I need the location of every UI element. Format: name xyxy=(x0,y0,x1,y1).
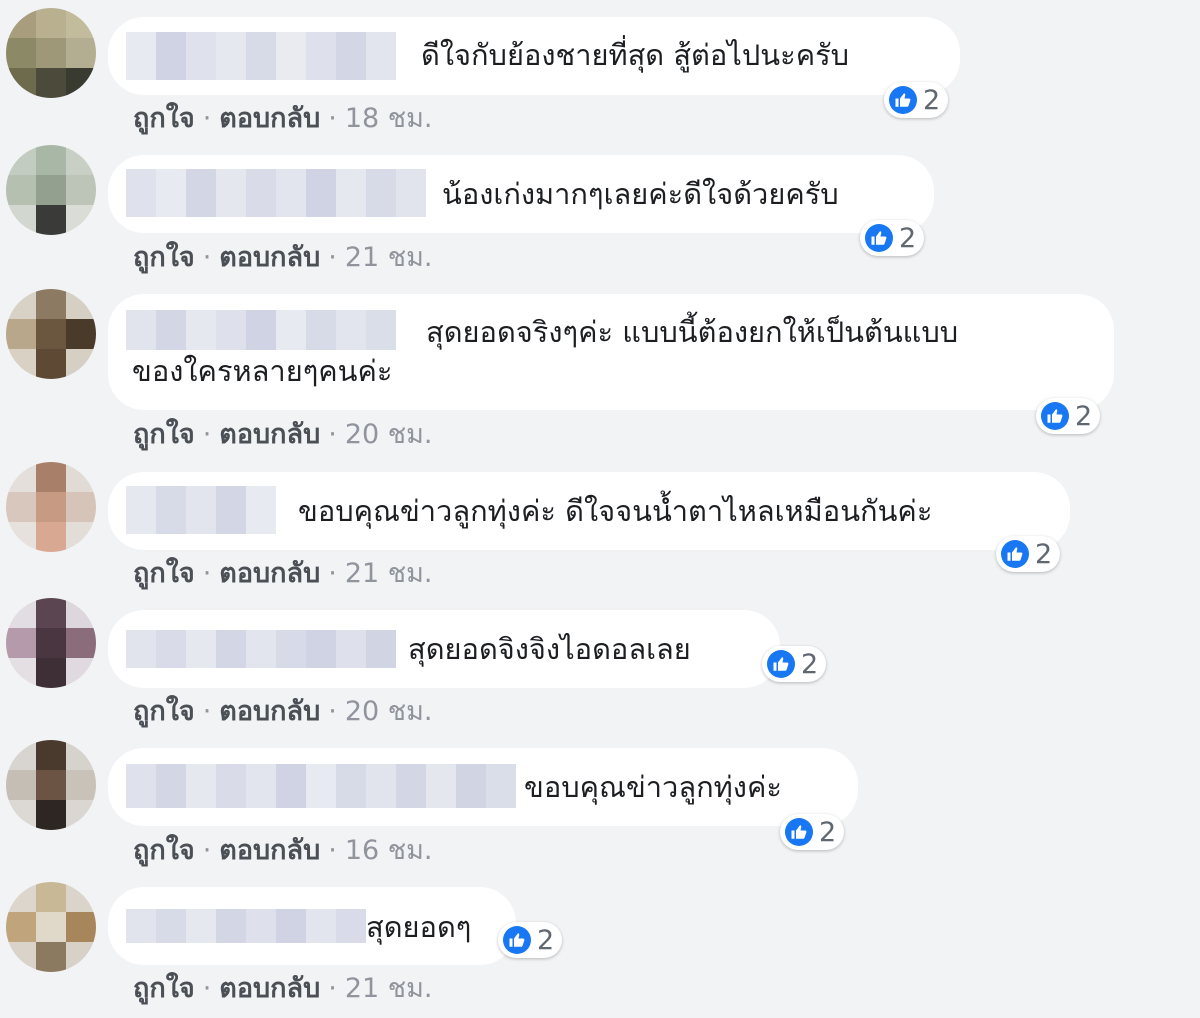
comment-bubble: ขอบคุณข่าวลูกทุ่งค่ะ xyxy=(108,748,858,826)
separator: · xyxy=(202,103,212,134)
comment-text: สุดยอดๆ xyxy=(366,910,472,944)
timestamp[interactable]: 20 ชม. xyxy=(345,419,433,450)
separator: · xyxy=(328,558,337,589)
separator: · xyxy=(328,242,337,273)
avatar[interactable] xyxy=(6,145,96,235)
comment-text: สุดยอดจิงจิงไอดอลเลย xyxy=(408,632,691,666)
reply-link[interactable]: ตอบกลับ xyxy=(219,973,320,1004)
timestamp[interactable]: 21 ชม. xyxy=(345,973,433,1004)
reply-link[interactable]: ตอบกลับ xyxy=(219,242,320,273)
separator: · xyxy=(328,835,337,866)
reaction-count[interactable]: 2 xyxy=(860,220,925,256)
reaction-count[interactable]: 2 xyxy=(498,922,563,958)
comment-text: ขอบคุณข่าวลูกทุ่งค่ะ xyxy=(524,770,782,804)
avatar[interactable] xyxy=(6,462,96,552)
separator: · xyxy=(202,558,212,589)
like-link[interactable]: ถูกใจ xyxy=(133,696,195,727)
comment-text-line2: ของใครหลายๆคนค่ะ xyxy=(132,354,393,388)
thumbs-up-icon xyxy=(1001,540,1029,568)
blurred-author-name[interactable] xyxy=(126,310,396,350)
thumbs-up-icon xyxy=(767,650,795,678)
like-link[interactable]: ถูกใจ xyxy=(133,103,195,134)
timestamp[interactable]: 21 ชม. xyxy=(345,558,433,589)
separator: · xyxy=(202,696,212,727)
comment-bubble: ดีใจกับย้องชายที่สุด สู้ต่อไปนะครับ xyxy=(108,17,960,95)
comment-actions: ถูกใจ · ตอบกลับ · 21 ชม. xyxy=(133,551,432,594)
like-link[interactable]: ถูกใจ xyxy=(133,242,195,273)
like-link[interactable]: ถูกใจ xyxy=(133,558,195,589)
comment-actions: ถูกใจ · ตอบกลับ · 18 ชม. xyxy=(133,96,432,139)
like-count: 2 xyxy=(537,924,555,956)
comment-bubble: สุดยอดจริงๆค่ะ แบบนี้ต้องยกให้เป็นต้นแบบ… xyxy=(108,294,1114,410)
separator: · xyxy=(202,242,212,273)
comment-actions: ถูกใจ · ตอบกลับ · 20 ชม. xyxy=(133,689,432,732)
separator: · xyxy=(328,973,337,1004)
like-count: 2 xyxy=(1035,538,1053,570)
like-link[interactable]: ถูกใจ xyxy=(133,419,195,450)
reaction-count[interactable]: 2 xyxy=(762,646,827,682)
blurred-author-name[interactable] xyxy=(126,486,276,534)
reaction-count[interactable]: 2 xyxy=(780,814,845,850)
like-count: 2 xyxy=(923,84,941,116)
comment-bubble: สุดยอดๆ xyxy=(108,887,516,965)
comment-actions: ถูกใจ · ตอบกลับ · 16 ชม. xyxy=(133,828,432,871)
reply-link[interactable]: ตอบกลับ xyxy=(219,696,320,727)
reply-link[interactable]: ตอบกลับ xyxy=(219,419,320,450)
blurred-author-name[interactable] xyxy=(126,764,516,808)
thumbs-up-icon xyxy=(503,926,531,954)
separator: · xyxy=(328,419,337,450)
avatar[interactable] xyxy=(6,289,96,379)
comment-bubble: น้องเก่งมากๆเลยค่ะดีใจด้วยครับ xyxy=(108,155,934,233)
thumbs-up-icon xyxy=(785,818,813,846)
separator: · xyxy=(328,103,337,134)
avatar[interactable] xyxy=(6,8,96,98)
separator: · xyxy=(202,419,212,450)
separator: · xyxy=(202,835,212,866)
comment-text: ขอบคุณข่าวลูกทุ่งค่ะ ดีใจจนน้ำตาไหลเหมือ… xyxy=(298,494,933,528)
comment-actions: ถูกใจ · ตอบกลับ · 20 ชม. xyxy=(133,412,432,455)
thumbs-up-icon xyxy=(865,224,893,252)
reply-link[interactable]: ตอบกลับ xyxy=(219,103,320,134)
comment-text: น้องเก่งมากๆเลยค่ะดีใจด้วยครับ xyxy=(442,177,839,211)
comment-text: ดีใจกับย้องชายที่สุด สู้ต่อไปนะครับ xyxy=(421,38,850,72)
comment-actions: ถูกใจ · ตอบกลับ · 21 ชม. xyxy=(133,966,432,1009)
reaction-count[interactable]: 2 xyxy=(1036,398,1101,434)
reaction-count[interactable]: 2 xyxy=(996,536,1061,572)
like-count: 2 xyxy=(801,648,819,680)
timestamp[interactable]: 21 ชม. xyxy=(345,242,433,273)
comment-thread: ดีใจกับย้องชายที่สุด สู้ต่อไปนะครับ 2 ถู… xyxy=(0,0,1200,1018)
comment-text: สุดยอดจริงๆค่ะ แบบนี้ต้องยกให้เป็นต้นแบบ xyxy=(426,315,959,349)
reaction-count[interactable]: 2 xyxy=(884,82,949,118)
separator: · xyxy=(202,973,212,1004)
comment-bubble: สุดยอดจิงจิงไอดอลเลย xyxy=(108,610,780,688)
comment-bubble: ขอบคุณข่าวลูกทุ่งค่ะ ดีใจจนน้ำตาไหลเหมือ… xyxy=(108,472,1070,550)
thumbs-up-icon xyxy=(1041,402,1069,430)
like-link[interactable]: ถูกใจ xyxy=(133,973,195,1004)
avatar[interactable] xyxy=(6,598,96,688)
separator: · xyxy=(328,696,337,727)
blurred-author-name[interactable] xyxy=(126,630,396,668)
blurred-author-name[interactable] xyxy=(126,32,396,80)
blurred-author-name[interactable] xyxy=(126,909,366,943)
like-link[interactable]: ถูกใจ xyxy=(133,835,195,866)
like-count: 2 xyxy=(899,222,917,254)
avatar[interactable] xyxy=(6,740,96,830)
avatar[interactable] xyxy=(6,882,96,972)
reply-link[interactable]: ตอบกลับ xyxy=(219,835,320,866)
timestamp[interactable]: 16 ชม. xyxy=(345,835,433,866)
thumbs-up-icon xyxy=(889,86,917,114)
reply-link[interactable]: ตอบกลับ xyxy=(219,558,320,589)
timestamp[interactable]: 20 ชม. xyxy=(345,696,433,727)
blurred-author-name[interactable] xyxy=(126,169,426,217)
like-count: 2 xyxy=(819,816,837,848)
timestamp[interactable]: 18 ชม. xyxy=(345,103,433,134)
like-count: 2 xyxy=(1075,400,1093,432)
comment-actions: ถูกใจ · ตอบกลับ · 21 ชม. xyxy=(133,235,432,278)
